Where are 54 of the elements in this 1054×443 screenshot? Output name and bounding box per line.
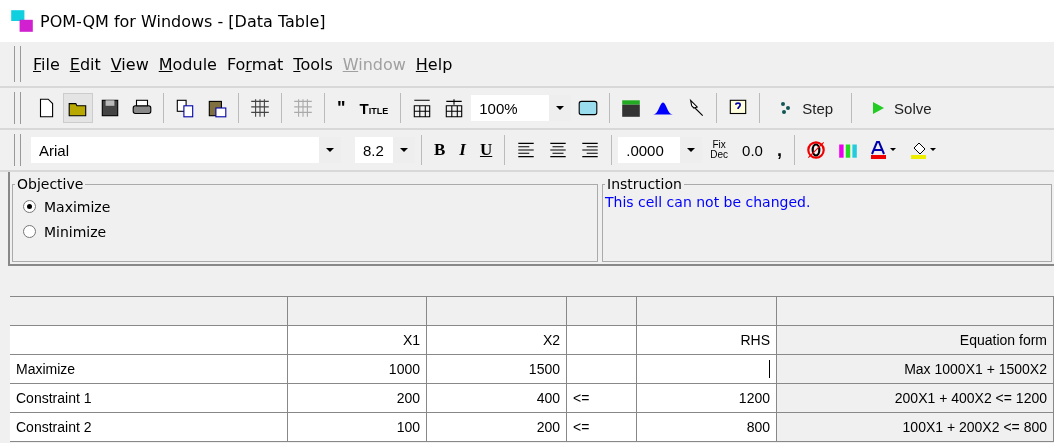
- bold-button[interactable]: B: [428, 138, 452, 162]
- column-header: Equation form: [777, 326, 1054, 355]
- table-cell[interactable]: 400: [427, 384, 567, 413]
- row-label: Maximize: [10, 355, 288, 384]
- table-cell[interactable]: <=: [567, 384, 637, 413]
- toolbar-grip[interactable]: [14, 134, 21, 166]
- title-button[interactable]: TITLE: [353, 97, 395, 119]
- instruction-text: This cell can not be changed.: [605, 194, 811, 210]
- step-button[interactable]: Step: [766, 95, 846, 121]
- font-dropdown[interactable]: Arial: [31, 137, 341, 163]
- fix-decimals-button[interactable]: Fix Dec: [704, 138, 735, 162]
- toolbar-grip[interactable]: [14, 92, 21, 124]
- radio-label[interactable]: Maximize: [44, 198, 111, 215]
- comma-button[interactable]: ,: [770, 137, 788, 163]
- table-cell: [567, 326, 637, 355]
- decimals-dropdown[interactable]: .0000: [618, 137, 703, 163]
- solve-button[interactable]: Solve: [858, 95, 944, 121]
- radio-button[interactable]: [23, 200, 36, 213]
- table-cell[interactable]: 200: [427, 413, 567, 442]
- row-label: Constraint 2: [10, 413, 288, 442]
- table-cell[interactable]: 1500: [427, 355, 567, 384]
- toolbar-grip[interactable]: [14, 46, 21, 82]
- table-cell[interactable]: <=: [567, 413, 637, 442]
- column-header: X2: [427, 326, 567, 355]
- menu-item[interactable]: Module: [154, 54, 221, 74]
- table-cell[interactable]: [567, 355, 637, 384]
- radio-button[interactable]: [23, 225, 36, 238]
- column-header: X1: [288, 326, 427, 355]
- window-title: POM-QM for Windows - [Data Table]: [40, 11, 326, 31]
- table-cell: 200X1 + 400X2 <= 1200: [777, 384, 1054, 413]
- table-cell: 100X1 + 200X2 <= 800: [777, 413, 1054, 442]
- menu-item[interactable]: File: [29, 54, 64, 74]
- group-title: Objective: [16, 176, 85, 192]
- menu-item[interactable]: View: [106, 54, 153, 74]
- radio-label[interactable]: Minimize: [44, 223, 107, 240]
- menu-item[interactable]: Help: [411, 54, 457, 74]
- table-cell[interactable]: 100: [288, 413, 427, 442]
- group-title: Instruction: [606, 176, 683, 192]
- menu-item[interactable]: Edit: [65, 54, 105, 74]
- quote-button[interactable]: ": [331, 95, 352, 121]
- table-cell: Max 1000X1 + 1500X2: [777, 355, 1054, 384]
- table-cell[interactable]: 1000: [288, 355, 427, 384]
- menu-item[interactable]: Tools: [289, 54, 337, 74]
- app-logo-icon: [10, 9, 34, 33]
- italic-button[interactable]: I: [453, 138, 472, 162]
- menu-item[interactable]: Format: [222, 54, 288, 74]
- underline-button[interactable]: U: [473, 138, 499, 162]
- row-label: Constraint 1: [10, 384, 288, 413]
- zoom-dropdown[interactable]: 100%: [471, 95, 572, 121]
- header-cell: [567, 297, 637, 326]
- font-size-dropdown[interactable]: 8.2: [355, 137, 415, 163]
- table-cell[interactable]: 200: [288, 384, 427, 413]
- folder-icon[interactable]: [63, 93, 93, 123]
- decimal-format-button[interactable]: 0.0: [736, 139, 769, 161]
